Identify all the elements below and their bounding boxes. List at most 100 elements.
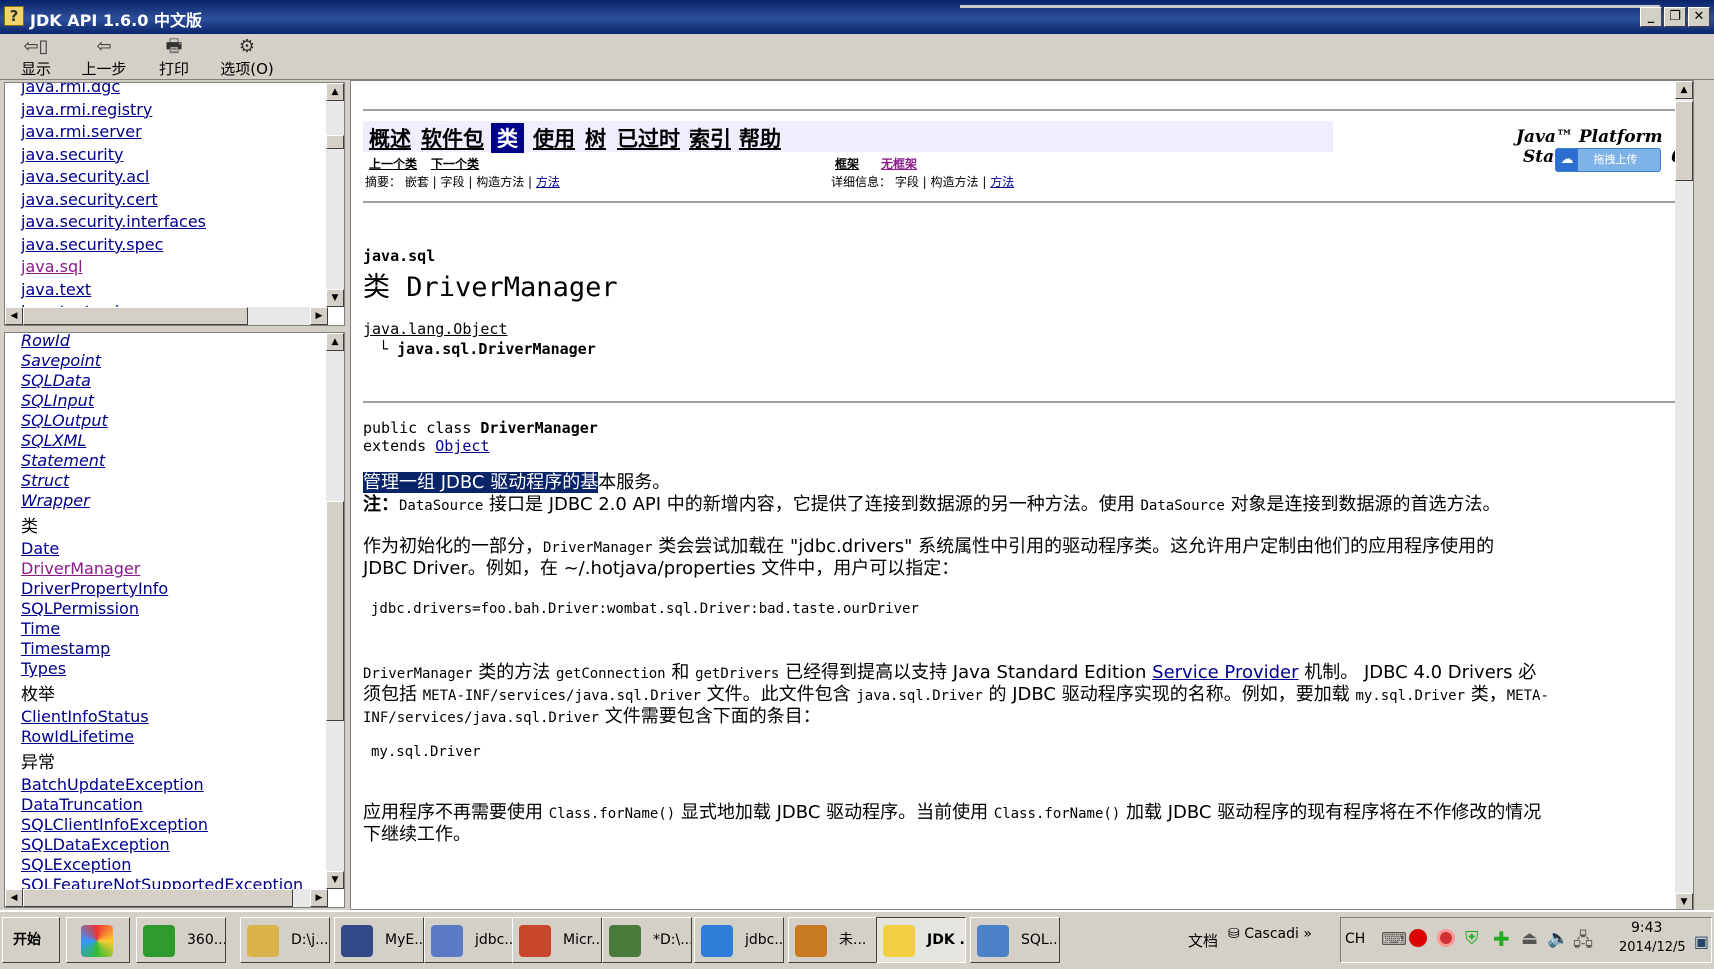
package-link[interactable]: java.security.cert (21, 189, 206, 212)
service-provider-link[interactable]: Service Provider (1152, 662, 1298, 683)
package-link[interactable]: java.security.spec (21, 234, 206, 257)
class-hscroll[interactable]: ◀ ▶ (5, 889, 328, 907)
back-button[interactable]: ⇦ 上一步 (74, 36, 134, 78)
cascade-toolbar[interactable]: ⛁ Cascadi » (1228, 926, 1312, 942)
taskbar-task[interactable]: jdbc... (694, 917, 784, 963)
scroll-down-button[interactable]: ▼ (326, 871, 344, 889)
scroll-thumb[interactable] (326, 135, 344, 149)
package-link[interactable]: java.security.acl (21, 166, 206, 189)
scroll-thumb[interactable] (326, 501, 344, 721)
class-link[interactable]: DataTruncation (21, 795, 303, 815)
taskbar-task[interactable]: *D:\... (602, 917, 692, 963)
package-link[interactable]: java.security.interfaces (21, 211, 206, 234)
class-link[interactable]: ClientInfoStatus (21, 707, 303, 727)
class-link[interactable]: Time (21, 619, 303, 639)
scroll-thumb[interactable] (23, 307, 248, 325)
class-link[interactable]: Wrapper (21, 491, 303, 511)
next-class-link[interactable]: 下一个类 (431, 155, 479, 172)
clock-time[interactable]: 9:43 (1631, 920, 1662, 936)
package-link[interactable]: java.text (21, 279, 206, 302)
class-link[interactable]: RowIdLifetime (21, 727, 303, 747)
class-vscroll[interactable]: ▲ ▼ (326, 333, 344, 889)
nav-use[interactable]: 使用 (533, 123, 575, 153)
nav-index[interactable]: 索引 (689, 123, 731, 153)
network-icon[interactable]: 🖧 (1573, 928, 1593, 958)
title-bar[interactable]: ? JDK API 1.6.0 中文版 _ ❐ ✕ (0, 0, 1714, 34)
package-vscroll[interactable]: ▲ ▼ (326, 83, 344, 307)
class-list-pane[interactable]: RowId Savepoint SQLData SQLInput SQLOutput SQ… (4, 332, 345, 908)
keyboard-icon[interactable]: ⌨ (1381, 929, 1407, 950)
nav-overview[interactable]: 概述 (369, 123, 411, 153)
class-link[interactable]: SQLException (21, 855, 303, 875)
class-link[interactable]: SQLXML (21, 431, 303, 451)
usb-icon[interactable]: ⏏ (1521, 928, 1538, 949)
extends-object-link[interactable]: Object (435, 437, 489, 455)
scroll-up-button[interactable]: ▲ (1675, 81, 1693, 99)
minimize-button[interactable]: _ (1640, 7, 1662, 27)
nav-deprecated[interactable]: 已过时 (617, 123, 680, 153)
class-link[interactable]: Savepoint (21, 351, 303, 371)
scroll-thumb[interactable] (23, 889, 293, 907)
taskbar-task[interactable]: MyE... (334, 917, 424, 963)
scroll-right-button[interactable]: ▶ (310, 307, 328, 325)
close-button[interactable]: ✕ (1688, 7, 1710, 27)
print-button[interactable]: 🖶 打印 (144, 36, 204, 78)
frames-link[interactable]: 框架 (835, 155, 859, 172)
class-link[interactable]: DriverManager (21, 559, 303, 579)
restore-button[interactable]: ❐ (1664, 7, 1686, 27)
shield-icon[interactable]: ⛨ (1465, 928, 1479, 949)
package-link[interactable]: java.rmi.registry (21, 99, 206, 122)
taskbar-task[interactable]: JDK ... (876, 917, 966, 963)
nav-help[interactable]: 帮助 (739, 123, 781, 153)
taskbar-task[interactable]: D:\j... (240, 917, 330, 963)
package-link[interactable]: java.rmi.dgc (21, 83, 206, 99)
plus-360-icon[interactable]: ✚ (1493, 927, 1510, 951)
class-link[interactable]: SQLPermission (21, 599, 303, 619)
taskbar-task[interactable]: jdbc... (424, 917, 514, 963)
taskbar-task[interactable]: Micr... (512, 917, 602, 963)
class-link[interactable]: Statement (21, 451, 303, 471)
scroll-down-button[interactable]: ▼ (1675, 893, 1693, 909)
class-link[interactable]: RowId (21, 333, 303, 351)
scroll-up-button[interactable]: ▲ (326, 333, 344, 351)
upload-badge[interactable]: ☁ 拖拽上传 (1555, 148, 1661, 172)
quicklaunch-button[interactable] (66, 917, 130, 963)
class-link[interactable]: SQLInput (21, 391, 303, 411)
class-link[interactable]: Date (21, 539, 303, 559)
options-button[interactable]: ⚙ 选项(O) (212, 36, 282, 78)
class-link[interactable]: SQLDataException (21, 835, 303, 855)
taskbar-task[interactable]: 未... (788, 917, 878, 963)
class-link[interactable]: DriverPropertyInfo (21, 579, 303, 599)
content-pane[interactable]: 概述 软件包 类 使用 树 已过时 索引 帮助 上一个类 下一个类 框架 无框架… (350, 80, 1694, 910)
show-desktop-icon[interactable]: ▣ (1694, 932, 1709, 951)
package-link[interactable]: java.sql (21, 256, 206, 279)
netease-icon[interactable] (1437, 929, 1455, 947)
taskbar-task[interactable]: 360... (136, 917, 226, 963)
scroll-down-button[interactable]: ▼ (326, 289, 344, 307)
taskbar-task[interactable]: SQL... (970, 917, 1060, 963)
nav-tree[interactable]: 树 (585, 123, 606, 153)
class-link[interactable]: BatchUpdateException (21, 775, 303, 795)
class-link[interactable]: Types (21, 659, 303, 679)
detail-method-link[interactable]: 方法 (990, 175, 1014, 189)
show-button[interactable]: ⇦▯ 显示 (6, 36, 66, 78)
start-button[interactable]: 开始 (2, 917, 60, 963)
scroll-up-button[interactable]: ▲ (326, 83, 344, 101)
scroll-left-button[interactable]: ◀ (5, 307, 23, 325)
clock-date[interactable]: 2014/12/5 (1619, 940, 1686, 955)
no-frames-link[interactable]: 无框架 (881, 155, 917, 172)
package-hscroll[interactable]: ◀ ▶ (5, 307, 328, 325)
class-link[interactable]: Struct (21, 471, 303, 491)
prev-class-link[interactable]: 上一个类 (369, 155, 417, 172)
language-indicator[interactable]: CH (1345, 931, 1365, 947)
docs-toolbar-label[interactable]: 文档 (1188, 930, 1218, 951)
volume-icon[interactable]: 🔈 (1547, 928, 1569, 949)
parent-class-link[interactable]: java.lang.Object (363, 320, 508, 338)
package-link[interactable]: java.security (21, 144, 206, 167)
nav-package[interactable]: 软件包 (421, 123, 484, 153)
class-link[interactable]: Timestamp (21, 639, 303, 659)
content-vscroll[interactable]: ▲ ▼ (1675, 81, 1693, 909)
scroll-thumb[interactable] (1675, 101, 1693, 181)
package-link[interactable]: java.rmi.server (21, 121, 206, 144)
summary-method-link[interactable]: 方法 (536, 175, 560, 189)
